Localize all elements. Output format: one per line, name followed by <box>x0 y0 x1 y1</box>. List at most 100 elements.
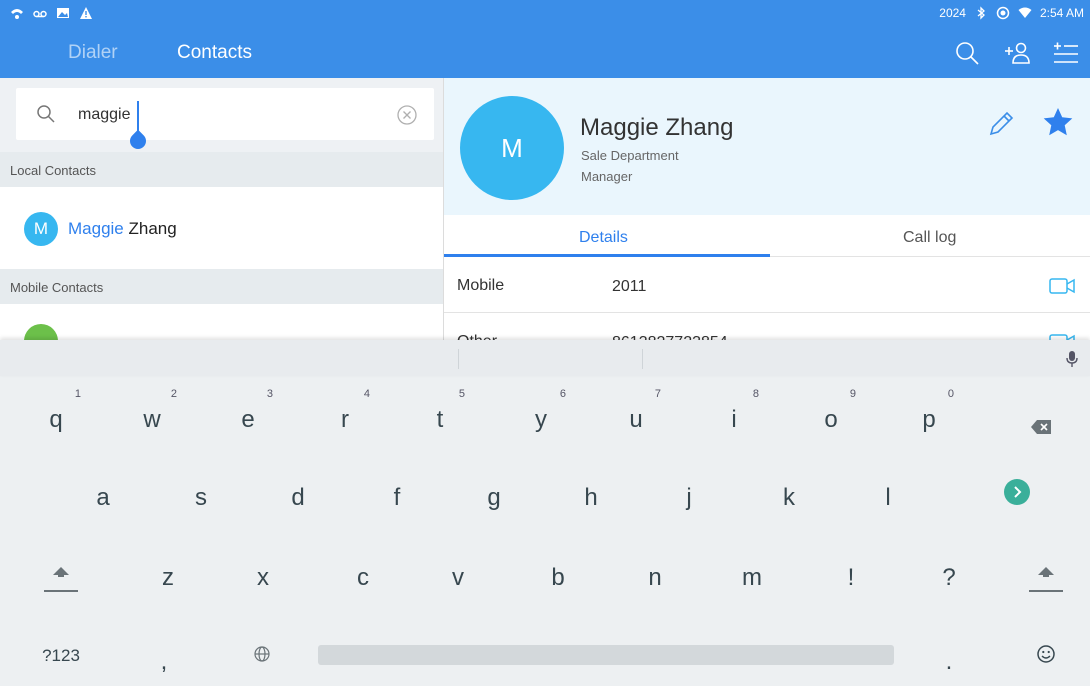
key-label: l <box>885 484 891 511</box>
shift-icon <box>1038 567 1054 577</box>
contact-row[interactable]: M Maggie Zhang <box>0 187 443 269</box>
contact-name-rest: Zhang <box>123 219 177 238</box>
key-label: z <box>162 564 174 591</box>
key-i[interactable]: 8i <box>689 380 779 452</box>
warning-icon <box>80 7 92 19</box>
backspace-icon <box>1031 420 1051 434</box>
key-label: n <box>648 564 662 591</box>
search-input[interactable] <box>78 102 378 128</box>
detail-value: 2011 <box>612 278 647 295</box>
clear-search-icon[interactable] <box>396 104 418 126</box>
contact-title: Manager <box>581 169 633 184</box>
key-s[interactable]: s <box>156 458 246 530</box>
key-label: e <box>241 406 255 433</box>
star-icon[interactable] <box>1042 106 1074 138</box>
avatar: M <box>460 96 564 200</box>
search-box[interactable] <box>16 88 434 140</box>
section-header-mobile: Mobile Contacts <box>0 269 443 304</box>
key-shift-left[interactable] <box>16 538 106 610</box>
bluetooth-icon <box>977 6 985 20</box>
key-v[interactable]: v <box>413 538 503 610</box>
key-period[interactable]: . <box>904 618 994 686</box>
tab-details[interactable]: Details <box>579 229 628 247</box>
network-icon <box>11 9 23 19</box>
search-icon <box>37 105 55 123</box>
key-j[interactable]: j <box>644 458 734 530</box>
key-z[interactable]: z <box>123 538 213 610</box>
shift-underline <box>1029 590 1063 592</box>
search-icon[interactable] <box>953 39 981 67</box>
key-label: ? <box>942 564 956 591</box>
key-comma[interactable]: , <box>119 618 209 686</box>
key-k[interactable]: k <box>744 458 834 530</box>
enter-icon <box>1004 479 1030 505</box>
key-o[interactable]: 9o <box>786 380 876 452</box>
key-label: f <box>393 484 401 511</box>
status-time: 2:54 AM <box>1039 6 1084 20</box>
key-emoji[interactable] <box>1000 618 1090 686</box>
key-hint: 5 <box>458 388 465 400</box>
key-enter[interactable] <box>972 458 1062 530</box>
active-tab-indicator <box>444 254 770 257</box>
mic-icon[interactable] <box>1065 350 1079 368</box>
key-a[interactable]: a <box>58 458 148 530</box>
key-label: c <box>357 564 369 591</box>
tab-contacts[interactable]: Contacts <box>177 42 252 64</box>
key-n[interactable]: n <box>610 538 700 610</box>
edit-icon[interactable] <box>987 108 1017 138</box>
key-r[interactable]: 4r <box>300 380 390 452</box>
key-hint: 6 <box>559 388 566 400</box>
space-bar[interactable] <box>318 645 894 665</box>
key-e[interactable]: 3e <box>203 380 293 452</box>
key-hint: 3 <box>266 388 273 400</box>
key-d[interactable]: d <box>253 458 343 530</box>
key-h[interactable]: h <box>546 458 636 530</box>
key-label: w <box>143 406 161 433</box>
add-contact-icon[interactable] <box>1003 39 1031 67</box>
key-label: p <box>922 406 936 433</box>
key-exclamation[interactable]: ! <box>806 538 896 610</box>
key-p[interactable]: 0p <box>884 380 974 452</box>
key-label: x <box>257 564 269 591</box>
key-q[interactable]: 1q <box>11 380 101 452</box>
key-label: h <box>584 484 598 511</box>
key-c[interactable]: c <box>318 538 408 610</box>
menu-icon[interactable] <box>1052 39 1080 67</box>
suggestion-divider <box>458 349 459 369</box>
soft-keyboard: 1q 2w 3e 4r 5t 6y 7u 8i 9o 0p a s d f g … <box>0 340 1090 686</box>
detail-row-mobile[interactable]: Mobile 2011 <box>444 258 1090 313</box>
key-f[interactable]: f <box>352 458 442 530</box>
key-label: v <box>452 564 464 591</box>
key-question[interactable]: ? <box>904 538 994 610</box>
contact-row[interactable] <box>0 304 443 340</box>
avatar <box>24 324 58 340</box>
key-hint: 8 <box>752 388 759 400</box>
suggestion-divider <box>642 349 643 369</box>
video-call-icon[interactable] <box>1049 276 1075 296</box>
key-symbols[interactable]: ?123 <box>16 618 106 686</box>
emoji-icon <box>1037 645 1055 663</box>
key-w[interactable]: 2w <box>107 380 197 452</box>
key-label: q <box>49 406 63 433</box>
key-hint: 1 <box>74 388 81 400</box>
key-label: ! <box>847 564 855 591</box>
key-t[interactable]: 5t <box>395 380 485 452</box>
tab-dialer[interactable]: Dialer <box>68 42 118 64</box>
key-label: a <box>96 484 110 511</box>
key-backspace[interactable] <box>995 380 1085 452</box>
detail-label: Mobile <box>457 277 505 294</box>
key-y[interactable]: 6y <box>496 380 586 452</box>
key-l[interactable]: l <box>843 458 933 530</box>
key-u[interactable]: 7u <box>591 380 681 452</box>
tab-call-log[interactable]: Call log <box>903 229 956 247</box>
key-shift-right[interactable] <box>999 538 1089 610</box>
key-language[interactable] <box>217 618 307 686</box>
key-g[interactable]: g <box>449 458 539 530</box>
key-b[interactable]: b <box>513 538 603 610</box>
voicemail-icon <box>33 10 47 18</box>
key-m[interactable]: m <box>707 538 797 610</box>
status-bar-right: 2024 2:54 AM <box>939 6 1084 20</box>
key-label: . <box>945 648 953 675</box>
image-icon <box>57 8 69 18</box>
key-x[interactable]: x <box>218 538 308 610</box>
